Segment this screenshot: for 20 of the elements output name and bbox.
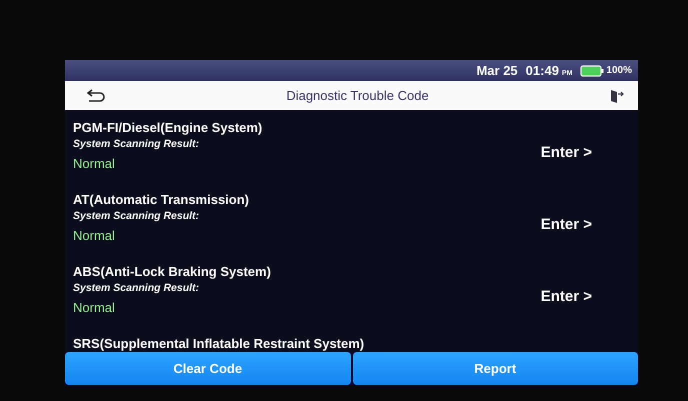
scan-result: Normal bbox=[73, 228, 116, 244]
scan-result-label: System Scanning Result: bbox=[73, 210, 200, 222]
enter-button[interactable]: Enter > bbox=[538, 286, 594, 308]
enter-button[interactable]: Enter > bbox=[538, 142, 594, 164]
scan-result: Normal bbox=[73, 156, 116, 172]
scan-result: Normal bbox=[73, 300, 116, 316]
scan-result-label: System Scanning Result: bbox=[73, 138, 200, 150]
status-date: Mar 25 bbox=[476, 63, 518, 78]
exit-icon[interactable] bbox=[610, 88, 624, 103]
battery-percentage: 100% bbox=[606, 65, 632, 76]
system-name: PGM-FI/Diesel(Engine System) bbox=[73, 120, 262, 136]
scan-result-label: System Scanning Result: bbox=[73, 282, 200, 294]
system-name: AT(Automatic Transmission) bbox=[73, 192, 250, 208]
screen-title: Diagnostic Trouble Code bbox=[286, 88, 429, 104]
system-name: SRS(Supplemental Inflatable Restraint System) bbox=[73, 336, 364, 352]
system-name: ABS(Anti-Lock Braking System) bbox=[73, 264, 271, 280]
battery-icon bbox=[580, 64, 604, 77]
back-icon[interactable] bbox=[87, 88, 105, 103]
enter-button[interactable]: Enter > bbox=[538, 214, 594, 236]
status-time: 01:49 bbox=[526, 63, 559, 78]
